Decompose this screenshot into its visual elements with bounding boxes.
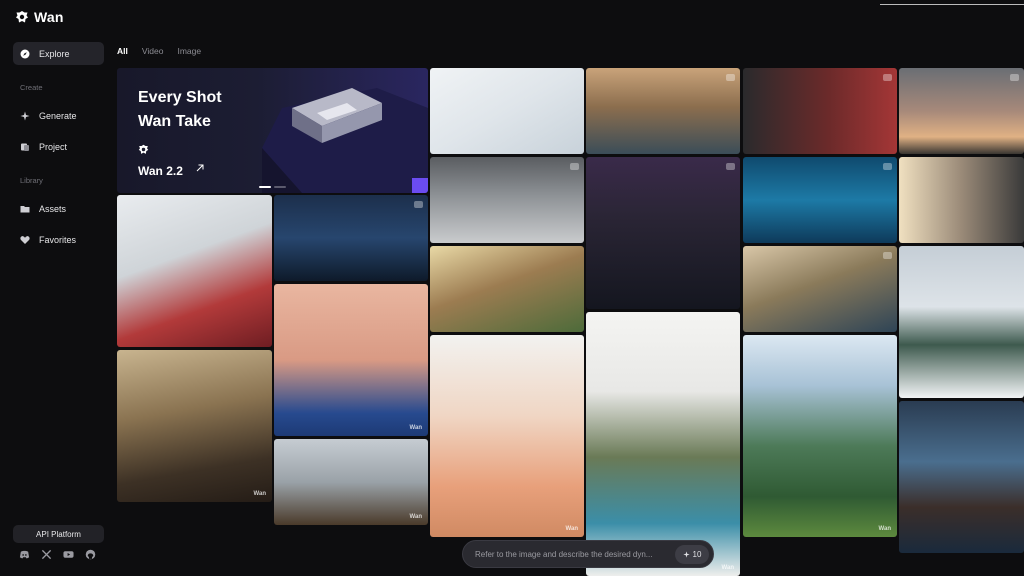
- hero-title: Every Shot Wan Take: [138, 89, 222, 130]
- gallery-tile-street-man[interactable]: [743, 68, 897, 154]
- gallery-tile-aquarium-dance[interactable]: [743, 157, 897, 243]
- video-badge-icon: [570, 163, 579, 170]
- nav-generate-label: Generate: [39, 110, 77, 121]
- video-badge-icon: [726, 163, 735, 170]
- gallery-tile-mountain-valley[interactable]: Wan: [743, 335, 897, 537]
- prompt-bar: 10: [462, 540, 714, 568]
- tab-image[interactable]: Image: [177, 46, 201, 56]
- tab-all[interactable]: All: [117, 46, 128, 56]
- nav-assets[interactable]: Assets: [13, 197, 104, 220]
- github-icon[interactable]: [85, 549, 96, 560]
- video-badge-icon: [883, 163, 892, 170]
- gallery-tile-snowy-forest[interactable]: [899, 246, 1024, 398]
- watermark-label: Wan: [878, 526, 891, 532]
- nav-generate[interactable]: Generate: [13, 104, 104, 127]
- gallery-tile-rain-couple[interactable]: [274, 195, 428, 281]
- wan-logo-icon: [138, 144, 149, 154]
- sidebar: Wan Explore Create Generate Project Libr…: [0, 0, 112, 576]
- section-library: Library: [20, 176, 43, 185]
- wan-logo-icon: [16, 11, 28, 23]
- video-badge-icon: [1010, 74, 1019, 81]
- gallery-tile-airport-travelers[interactable]: [899, 157, 1024, 243]
- api-platform-button[interactable]: API Platform: [13, 525, 104, 543]
- compass-icon: [20, 49, 30, 58]
- x-icon[interactable]: [41, 549, 52, 560]
- gallery-tile-boy-portrait[interactable]: [430, 246, 584, 332]
- gallery-tile-rocket-launch[interactable]: [899, 68, 1024, 154]
- arrow-up-right-icon: [196, 164, 204, 172]
- video-badge-icon: [883, 74, 892, 81]
- hero-3d-logo-art: [262, 88, 428, 193]
- filter-tabs: All Video Image: [117, 46, 201, 56]
- sparkle-icon: [20, 111, 30, 120]
- app-name: Wan: [34, 9, 64, 25]
- hero-dot[interactable]: [259, 186, 271, 188]
- gallery-tile-tiger-warrior[interactable]: Wan: [274, 439, 428, 525]
- prompt-input[interactable]: [475, 549, 675, 559]
- gallery-tile-laughing-man[interactable]: Wan: [274, 284, 428, 436]
- discord-icon[interactable]: [19, 549, 30, 560]
- gallery-tile-lion-dance-girl[interactable]: Wan: [430, 335, 584, 537]
- credit-count: 10: [692, 550, 702, 559]
- gallery-tile-snow-girl[interactable]: [117, 195, 272, 347]
- social-links: [19, 549, 96, 560]
- nav-favorites[interactable]: Favorites: [13, 228, 104, 251]
- section-create: Create: [20, 83, 43, 92]
- folder-icon: [20, 205, 30, 212]
- watermark-label: Wan: [253, 491, 266, 497]
- nav-project-label: Project: [39, 141, 68, 152]
- gallery-tile-cyborg-man[interactable]: [899, 401, 1024, 553]
- gallery-tile-venice-gondola[interactable]: [586, 68, 740, 154]
- gallery-tile-coastal-road[interactable]: [743, 246, 897, 332]
- video-badge-icon: [726, 74, 735, 81]
- app-logo[interactable]: Wan: [15, 9, 64, 25]
- nav-project[interactable]: Project: [13, 135, 104, 158]
- youtube-icon[interactable]: [63, 549, 74, 560]
- sparkle-icon: [682, 551, 690, 558]
- watermark-label: Wan: [721, 565, 734, 571]
- heart-icon: [20, 235, 30, 244]
- watermark-label: Wan: [565, 526, 578, 532]
- nav-explore-label: Explore: [39, 48, 70, 59]
- window-edge-line: [880, 4, 1024, 5]
- hero-banner[interactable]: Every Shot Wan Take Wan 2.2: [117, 68, 428, 193]
- video-badge-icon: [414, 201, 423, 208]
- credit-button[interactable]: 10: [675, 545, 709, 564]
- hero-pagination: [259, 186, 286, 188]
- watermark-label: Wan: [409, 425, 422, 431]
- watermark-label: Wan: [409, 514, 422, 520]
- gallery-tile-snow-skier[interactable]: [430, 68, 584, 154]
- gallery-tile-neon-girl[interactable]: [586, 157, 740, 309]
- nav-favorites-label: Favorites: [39, 234, 77, 245]
- hero-version: Wan 2.2: [138, 164, 183, 178]
- nav-explore[interactable]: Explore: [13, 42, 104, 65]
- video-badge-icon: [883, 252, 892, 259]
- nav-assets-label: Assets: [39, 203, 67, 214]
- project-icon: [21, 143, 29, 151]
- hero-dot[interactable]: [274, 186, 286, 188]
- gallery-tile-double-exposure[interactable]: Wan: [586, 312, 740, 576]
- tab-video[interactable]: Video: [142, 46, 164, 56]
- gallery-tile-desert-warrior[interactable]: Wan: [117, 350, 272, 502]
- gallery-tile-rain-dancer[interactable]: [430, 157, 584, 243]
